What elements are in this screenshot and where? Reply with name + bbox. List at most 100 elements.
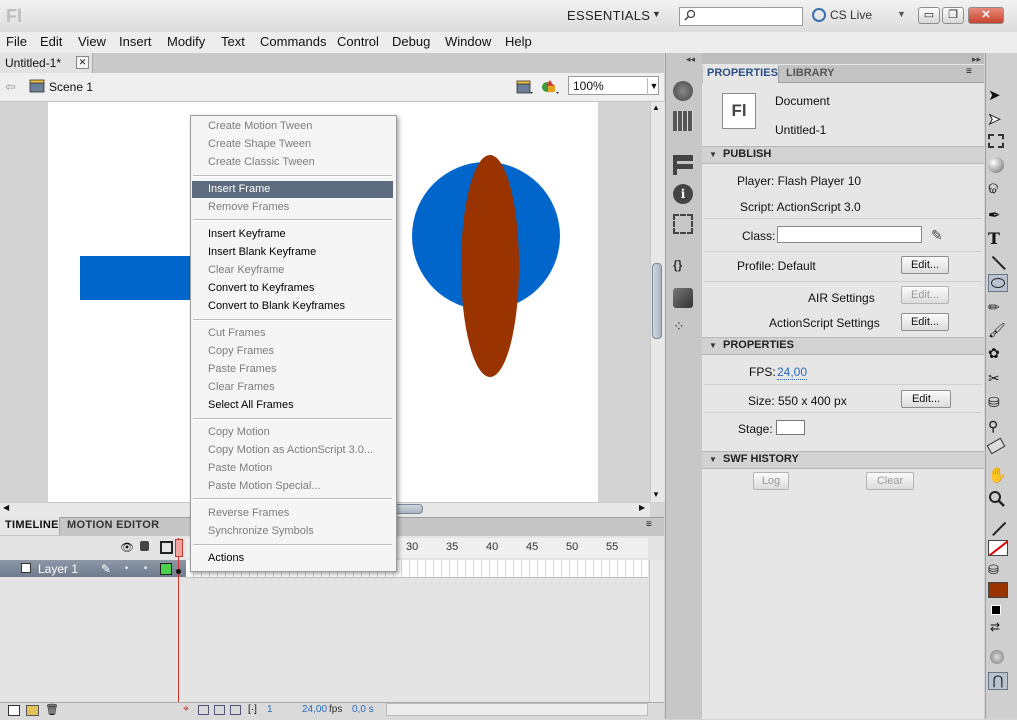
section-swf-history-label[interactable]: SWF HISTORY xyxy=(723,453,799,465)
menu-item-actions[interactable]: Actions xyxy=(208,552,244,564)
edit-multiple-frames-icon[interactable] xyxy=(230,705,241,715)
menu-item-create-classic-tween[interactable]: Create Classic Tween xyxy=(208,156,315,168)
stroke-color-swatch[interactable] xyxy=(988,540,1008,556)
menu-edit[interactable]: Edit xyxy=(40,34,62,49)
menu-item-paste-motion-special[interactable]: Paste Motion Special... xyxy=(208,480,321,492)
tab-library[interactable]: LIBRARY xyxy=(786,67,834,79)
paint-bucket-tool-icon[interactable]: ⛁ xyxy=(988,394,1008,414)
modify-markers-icon[interactable]: [·] xyxy=(248,704,257,715)
lasso-tool-icon[interactable]: ଢ xyxy=(988,180,1008,200)
size-edit-button[interactable]: Edit... xyxy=(901,390,951,408)
timeline-horizontal-scrollbar[interactable] xyxy=(386,703,648,716)
menu-item-cut-frames[interactable]: Cut Frames xyxy=(208,327,265,339)
delete-icon[interactable]: 🗑 xyxy=(45,703,59,716)
zoom-tool-icon[interactable] xyxy=(988,490,1008,510)
edit-scene-icon[interactable] xyxy=(516,79,534,95)
workspace-switcher[interactable]: ESSENTIALS xyxy=(567,8,650,23)
components-panel-icon[interactable] xyxy=(673,288,693,308)
menu-view[interactable]: View xyxy=(78,34,106,49)
menu-item-copy-frames[interactable]: Copy Frames xyxy=(208,345,274,357)
panel-menu-icon[interactable]: ≡ xyxy=(966,66,972,77)
blue-rectangle[interactable] xyxy=(80,256,195,300)
back-arrow-icon[interactable]: ⇦ xyxy=(5,79,16,95)
menu-item-convert-to-keyframes[interactable]: Convert to Keyframes xyxy=(208,282,314,294)
scroll-up-icon[interactable]: ▲ xyxy=(652,103,660,112)
log-button[interactable]: Log xyxy=(753,472,789,490)
oval-tool-icon[interactable] xyxy=(991,278,1005,288)
hand-tool-icon[interactable]: ✋ xyxy=(988,466,1008,486)
new-layer-icon[interactable] xyxy=(8,705,20,716)
scroll-down-icon[interactable]: ▼ xyxy=(652,490,660,499)
visibility-dot-icon[interactable]: • xyxy=(125,563,128,573)
tab-timeline-label[interactable]: TIMELINE xyxy=(5,519,59,531)
snap-to-objects-icon[interactable]: ⋂ xyxy=(988,672,1008,690)
swatches-panel-icon[interactable] xyxy=(673,111,693,131)
chevron-down-icon[interactable]: ▼ xyxy=(709,341,717,350)
eye-icon[interactable]: 👁 xyxy=(120,541,134,554)
expand-arrow-icon[interactable]: ▸▸ xyxy=(972,54,981,65)
fill-color-swatch[interactable] xyxy=(988,582,1008,598)
menu-item-remove-frames[interactable]: Remove Frames xyxy=(208,201,289,213)
chevron-down-icon[interactable]: ▼ xyxy=(709,150,717,159)
restore-button[interactable]: ❐ xyxy=(942,7,964,24)
minimize-button[interactable]: ▭ xyxy=(918,7,940,24)
air-settings-edit-button[interactable]: Edit... xyxy=(901,286,949,304)
default-colors-icon[interactable] xyxy=(991,605,1001,615)
chevron-down-icon[interactable]: ▼ xyxy=(709,455,717,464)
eyedropper-tool-icon[interactable]: ⚲ xyxy=(988,418,1008,438)
scroll-left-icon[interactable]: ◀ xyxy=(3,503,9,512)
menu-item-reverse-frames[interactable]: Reverse Frames xyxy=(208,507,289,519)
subselection-tool-icon[interactable]: ➤ xyxy=(988,110,1008,130)
tab-motion-editor[interactable]: MOTION EDITOR xyxy=(67,519,159,531)
close-icon[interactable]: ✕ xyxy=(76,56,89,69)
chevron-down-icon[interactable]: ▼ xyxy=(647,78,660,95)
swap-colors-icon[interactable]: ⇄ xyxy=(990,620,1000,634)
keyframe-dot[interactable] xyxy=(176,569,181,574)
tab-properties-label[interactable]: PROPERTIES xyxy=(707,67,778,79)
class-input[interactable] xyxy=(777,226,922,243)
fill-bucket-icon[interactable]: ⛁ xyxy=(988,562,1008,582)
profile-edit-button[interactable]: Edit... xyxy=(901,256,949,274)
pen-tool-icon[interactable]: ✒ xyxy=(988,206,1008,226)
menu-item-insert-frame[interactable]: Insert Frame xyxy=(208,183,270,195)
menu-item-synchronize-symbols[interactable]: Synchronize Symbols xyxy=(208,525,314,537)
menu-item-clear-frames[interactable]: Clear Frames xyxy=(208,381,275,393)
menu-text[interactable]: Text xyxy=(221,34,245,49)
stage-color-swatch[interactable] xyxy=(776,420,805,435)
onion-skin-icon[interactable] xyxy=(198,705,209,715)
menu-item-convert-to-blank-keyframes[interactable]: Convert to Blank Keyframes xyxy=(208,300,345,312)
object-drawing-icon[interactable] xyxy=(990,650,1004,664)
menu-item-insert-blank-keyframe[interactable]: Insert Blank Keyframe xyxy=(208,246,316,258)
menu-help[interactable]: Help xyxy=(505,34,532,49)
actionscript-settings-edit-button[interactable]: Edit... xyxy=(901,313,949,331)
3d-rotation-tool-icon[interactable] xyxy=(988,157,1004,173)
transform-panel-icon[interactable] xyxy=(673,214,693,234)
bone-tool-icon[interactable]: ✂ xyxy=(988,370,1008,390)
menu-item-clear-keyframe[interactable]: Clear Keyframe xyxy=(208,264,284,276)
close-button[interactable]: ✕ xyxy=(968,7,1004,24)
collapse-arrow-icon[interactable]: ◂◂ xyxy=(686,54,695,65)
actions-panel-icon[interactable]: {} xyxy=(673,258,693,278)
scroll-right-icon[interactable]: ▶ xyxy=(639,503,645,512)
menu-item-paste-motion[interactable]: Paste Motion xyxy=(208,462,272,474)
new-folder-icon[interactable] xyxy=(26,705,39,716)
menu-insert[interactable]: Insert xyxy=(119,34,152,49)
zoom-value[interactable]: 100% xyxy=(573,79,604,93)
menu-item-create-shape-tween[interactable]: Create Shape Tween xyxy=(208,138,311,150)
free-transform-tool-icon[interactable] xyxy=(988,134,1004,148)
align-panel-icon[interactable] xyxy=(673,155,693,175)
fps-value[interactable]: 24,00 xyxy=(777,365,808,380)
menu-debug[interactable]: Debug xyxy=(392,34,430,49)
menu-item-create-motion-tween[interactable]: Create Motion Tween xyxy=(208,120,312,132)
selection-tool-icon[interactable]: ➤ xyxy=(988,86,1008,106)
help-search-input[interactable] xyxy=(679,7,803,26)
text-tool-icon[interactable]: T xyxy=(988,229,1008,249)
info-panel-icon[interactable]: i xyxy=(673,184,693,204)
menu-window[interactable]: Window xyxy=(445,34,491,49)
layer-outline-color[interactable] xyxy=(160,563,172,575)
brown-ellipse[interactable] xyxy=(461,155,519,377)
edit-symbol-icon[interactable] xyxy=(541,79,561,95)
outline-icon[interactable] xyxy=(160,541,173,554)
cs-live-menu[interactable]: CS Live xyxy=(830,8,872,22)
menu-item-paste-frames[interactable]: Paste Frames xyxy=(208,363,276,375)
